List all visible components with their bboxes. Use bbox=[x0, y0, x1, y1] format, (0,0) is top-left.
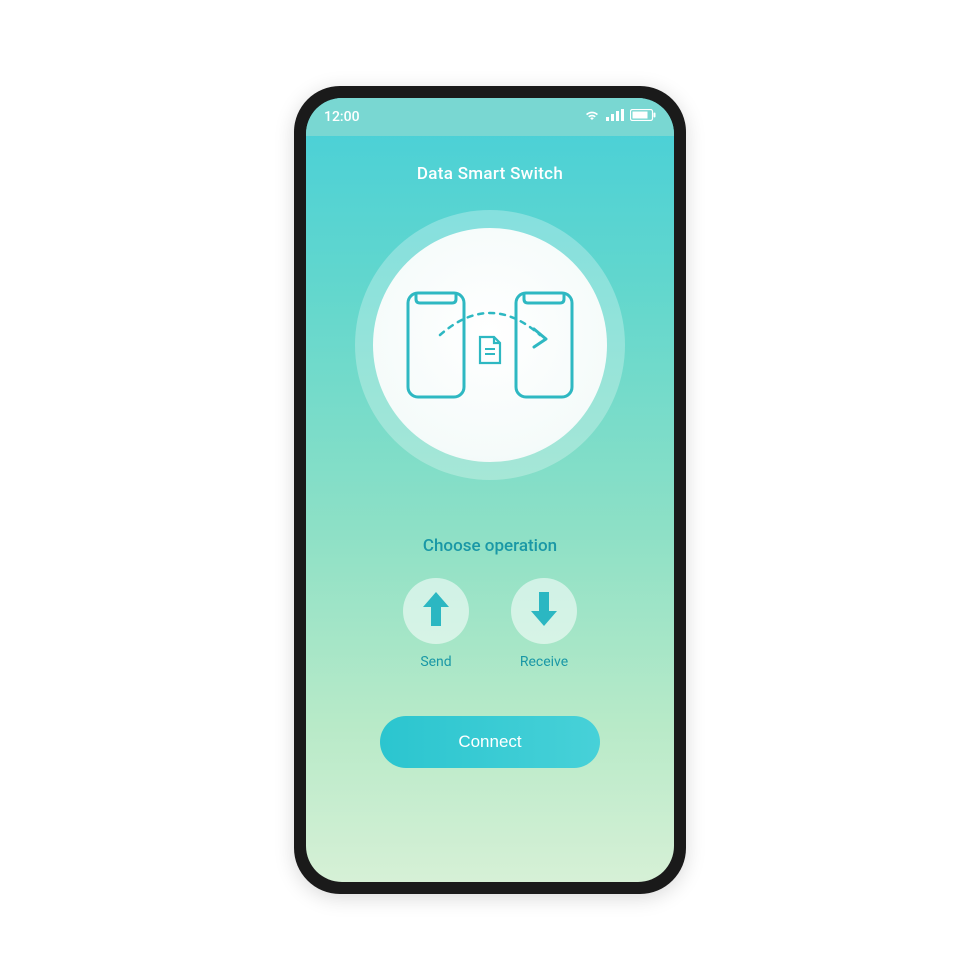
hero-illustration bbox=[306, 210, 674, 480]
operations-row: Send Receive bbox=[306, 578, 674, 670]
signal-icon bbox=[606, 109, 624, 125]
battery-icon bbox=[630, 109, 656, 125]
phone-transfer-icon bbox=[390, 273, 590, 417]
wifi-icon bbox=[584, 109, 600, 125]
arrow-down-icon bbox=[531, 592, 557, 630]
operations-title: Choose operation bbox=[306, 536, 674, 556]
send-label: Send bbox=[420, 654, 451, 670]
app-title: Data Smart Switch bbox=[306, 164, 674, 184]
receive-label: Receive bbox=[520, 654, 568, 670]
connect-button[interactable]: Connect bbox=[380, 716, 600, 768]
receive-button[interactable]: Receive bbox=[511, 578, 577, 670]
status-time: 12:00 bbox=[324, 109, 360, 125]
status-icons bbox=[584, 109, 656, 125]
arrow-up-icon bbox=[423, 592, 449, 630]
send-button[interactable]: Send bbox=[403, 578, 469, 670]
status-bar: 12:00 bbox=[306, 98, 674, 136]
phone-frame: 12:00 bbox=[294, 86, 686, 894]
phone-screen: 12:00 bbox=[306, 98, 674, 882]
